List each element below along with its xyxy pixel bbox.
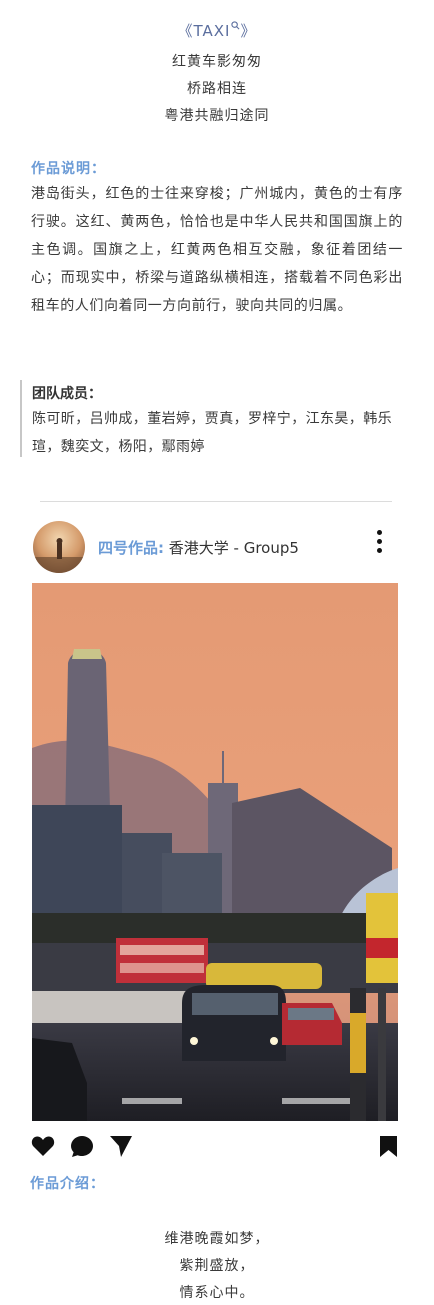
comment-icon[interactable]: [70, 1135, 94, 1158]
poem-line-1: 红黄车影匆匆: [172, 54, 262, 70]
description-label: 作品说明：: [31, 161, 106, 177]
more-vertical-icon[interactable]: [372, 530, 386, 560]
avatar[interactable]: [33, 521, 85, 573]
post-header: 四号作品: 香港大学 - Group5: [98, 537, 299, 558]
description-text: 港岛街头，红色的士往来穿梭；广州城内，黄色的士有序行驶。这红、黄两色，恰恰也是中…: [31, 186, 403, 314]
poem-title: 《TAXI 》: [177, 21, 257, 40]
heart-icon[interactable]: [31, 1135, 55, 1157]
divider: [40, 501, 392, 502]
intro-line-1: 维港晚霞如梦，: [164, 1231, 270, 1247]
intro-line-3: 情系心中。: [179, 1285, 255, 1301]
bookmark-icon[interactable]: [379, 1135, 398, 1158]
post-label: 四号作品:: [98, 539, 164, 557]
intro-line-2: 紫荆盛放，: [179, 1258, 255, 1274]
team-names: 陈可昕，吕帅成，董岩婷，贾真，罗梓宁，江东昊，韩乐瑄，魏奕文，杨阳，鄢雨婷: [32, 411, 392, 455]
share-icon[interactable]: [109, 1135, 133, 1158]
post-photo: [32, 583, 398, 1121]
poem-line-2: 桥路相连: [187, 81, 247, 97]
intro-label: 作品介绍：: [30, 1176, 105, 1192]
post-author: 香港大学 - Group5: [164, 539, 299, 557]
poem-line-3: 粤港共融归途同: [164, 108, 270, 124]
team-label: 团队成员：: [32, 386, 102, 402]
team-quote-bar: [20, 380, 22, 457]
